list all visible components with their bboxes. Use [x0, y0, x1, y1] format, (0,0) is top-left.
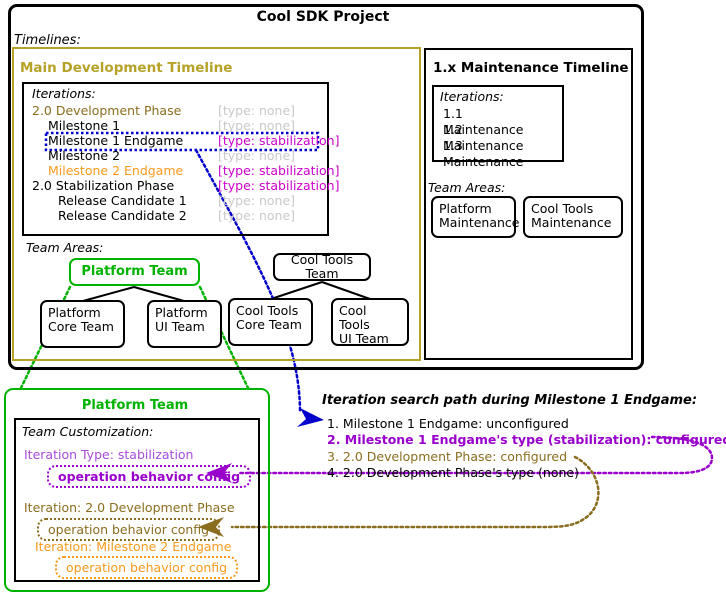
main-timeline-title: Main Development Timeline — [20, 60, 233, 76]
iteration-type-tag: [type: none] — [218, 118, 296, 133]
timelines-label: Timelines: — [14, 33, 81, 48]
team-areas-label: Team Areas: — [26, 240, 104, 255]
config-box-milestone2-endgame[interactable]: operation behavior config — [55, 556, 239, 579]
team-node-label: Cool Tools Maintenance — [531, 201, 612, 230]
iteration-type-tag: [type: none] — [218, 103, 296, 118]
config-box-dev-phase[interactable]: operation behavior config — [37, 518, 221, 541]
team-node-cool-tools-core-team[interactable]: Cool Tools Core Team — [228, 298, 313, 346]
iteration-name: 2.0 Development Phase — [32, 103, 182, 118]
iterations-label: Iterations: — [440, 89, 504, 104]
iteration-name: Milestone 1 Endgame — [48, 133, 184, 148]
legend-item-1: 1. Milestone 1 Endgame: unconfigured — [327, 416, 569, 431]
maintenance-iteration-row[interactable]: 1.2 Maintenance — [443, 122, 524, 153]
customization-label-iteration-type: Iteration Type: stabilization — [24, 447, 194, 462]
legend-item-2: 2. Milestone 1 Endgame's type (stabiliza… — [327, 432, 726, 447]
iteration-name: Release Candidate 1 — [58, 193, 187, 208]
iteration-type-tag: [type: stabilization] — [218, 133, 340, 148]
iteration-name: Milestone 2 Endgame — [48, 163, 184, 178]
team-node-cool-tools-team[interactable]: Cool Tools Team — [273, 253, 371, 281]
iteration-type-tag: [type: none] — [218, 148, 296, 163]
team-areas-label: Team Areas: — [428, 180, 506, 195]
team-node-platform-team[interactable]: Platform Team — [69, 258, 200, 286]
team-node-label: Cool Tools UI Team — [339, 303, 389, 346]
team-node-label: Platform Maintenance — [439, 201, 520, 230]
team-customization-title: Platform Team — [81, 398, 189, 413]
iteration-type-tag: [type: none] — [218, 208, 296, 223]
iteration-name: Release Candidate 2 — [58, 208, 187, 223]
iteration-type-tag: [type: none] — [218, 193, 296, 208]
legend-item-3: 3. 2.0 Development Phase: configured — [327, 449, 568, 464]
iteration-type-tag: [type: stabilization] — [218, 163, 340, 178]
team-node-platform-core-team[interactable]: Platform Core Team — [40, 300, 125, 348]
page-title: Cool SDK Project — [256, 9, 390, 25]
customization-label-dev-phase: Iteration: 2.0 Development Phase — [24, 500, 235, 515]
iteration-name: Milestone 1 — [48, 118, 121, 133]
iterations-label: Iterations: — [32, 86, 96, 101]
team-node-label: Cool Tools Core Team — [236, 303, 302, 332]
team-node-platform-ui-team[interactable]: Platform UI Team — [147, 300, 222, 348]
team-node-label: Platform Core Team — [48, 305, 114, 334]
iteration-name: Milestone 2 — [48, 148, 121, 163]
team-node-label: Cool Tools Team — [290, 252, 354, 281]
legend-title: Iteration search path during Milestone 1… — [322, 393, 698, 408]
team-node-label: Platform UI Team — [155, 305, 208, 334]
team-customization-label: Team Customization: — [22, 424, 154, 439]
team-node-cool-tools-maintenance[interactable]: Cool Tools Maintenance — [523, 196, 623, 238]
maintenance-iteration-row[interactable]: 1.1 Maintenance — [443, 106, 524, 137]
team-node-platform-maintenance[interactable]: Platform Maintenance — [431, 196, 520, 238]
customization-label-milestone2-endgame: Iteration: Milestone 2 Endgame — [35, 539, 232, 554]
iteration-type-tag: [type: stabilization] — [218, 178, 340, 193]
iteration-name: 2.0 Stabilization Phase — [32, 178, 175, 193]
maintenance-timeline-title: 1.x Maintenance Timeline — [433, 60, 629, 76]
team-node-label: Platform Team — [81, 264, 188, 279]
team-node-cool-tools-ui-team[interactable]: Cool Tools UI Team — [331, 298, 409, 346]
maintenance-iteration-row[interactable]: 1.3 Maintenance — [443, 138, 524, 169]
config-box-iteration-type[interactable]: operation behavior config — [47, 465, 252, 488]
legend-item-4: 4. 2.0 Development Phase's type (none) — [327, 465, 579, 480]
